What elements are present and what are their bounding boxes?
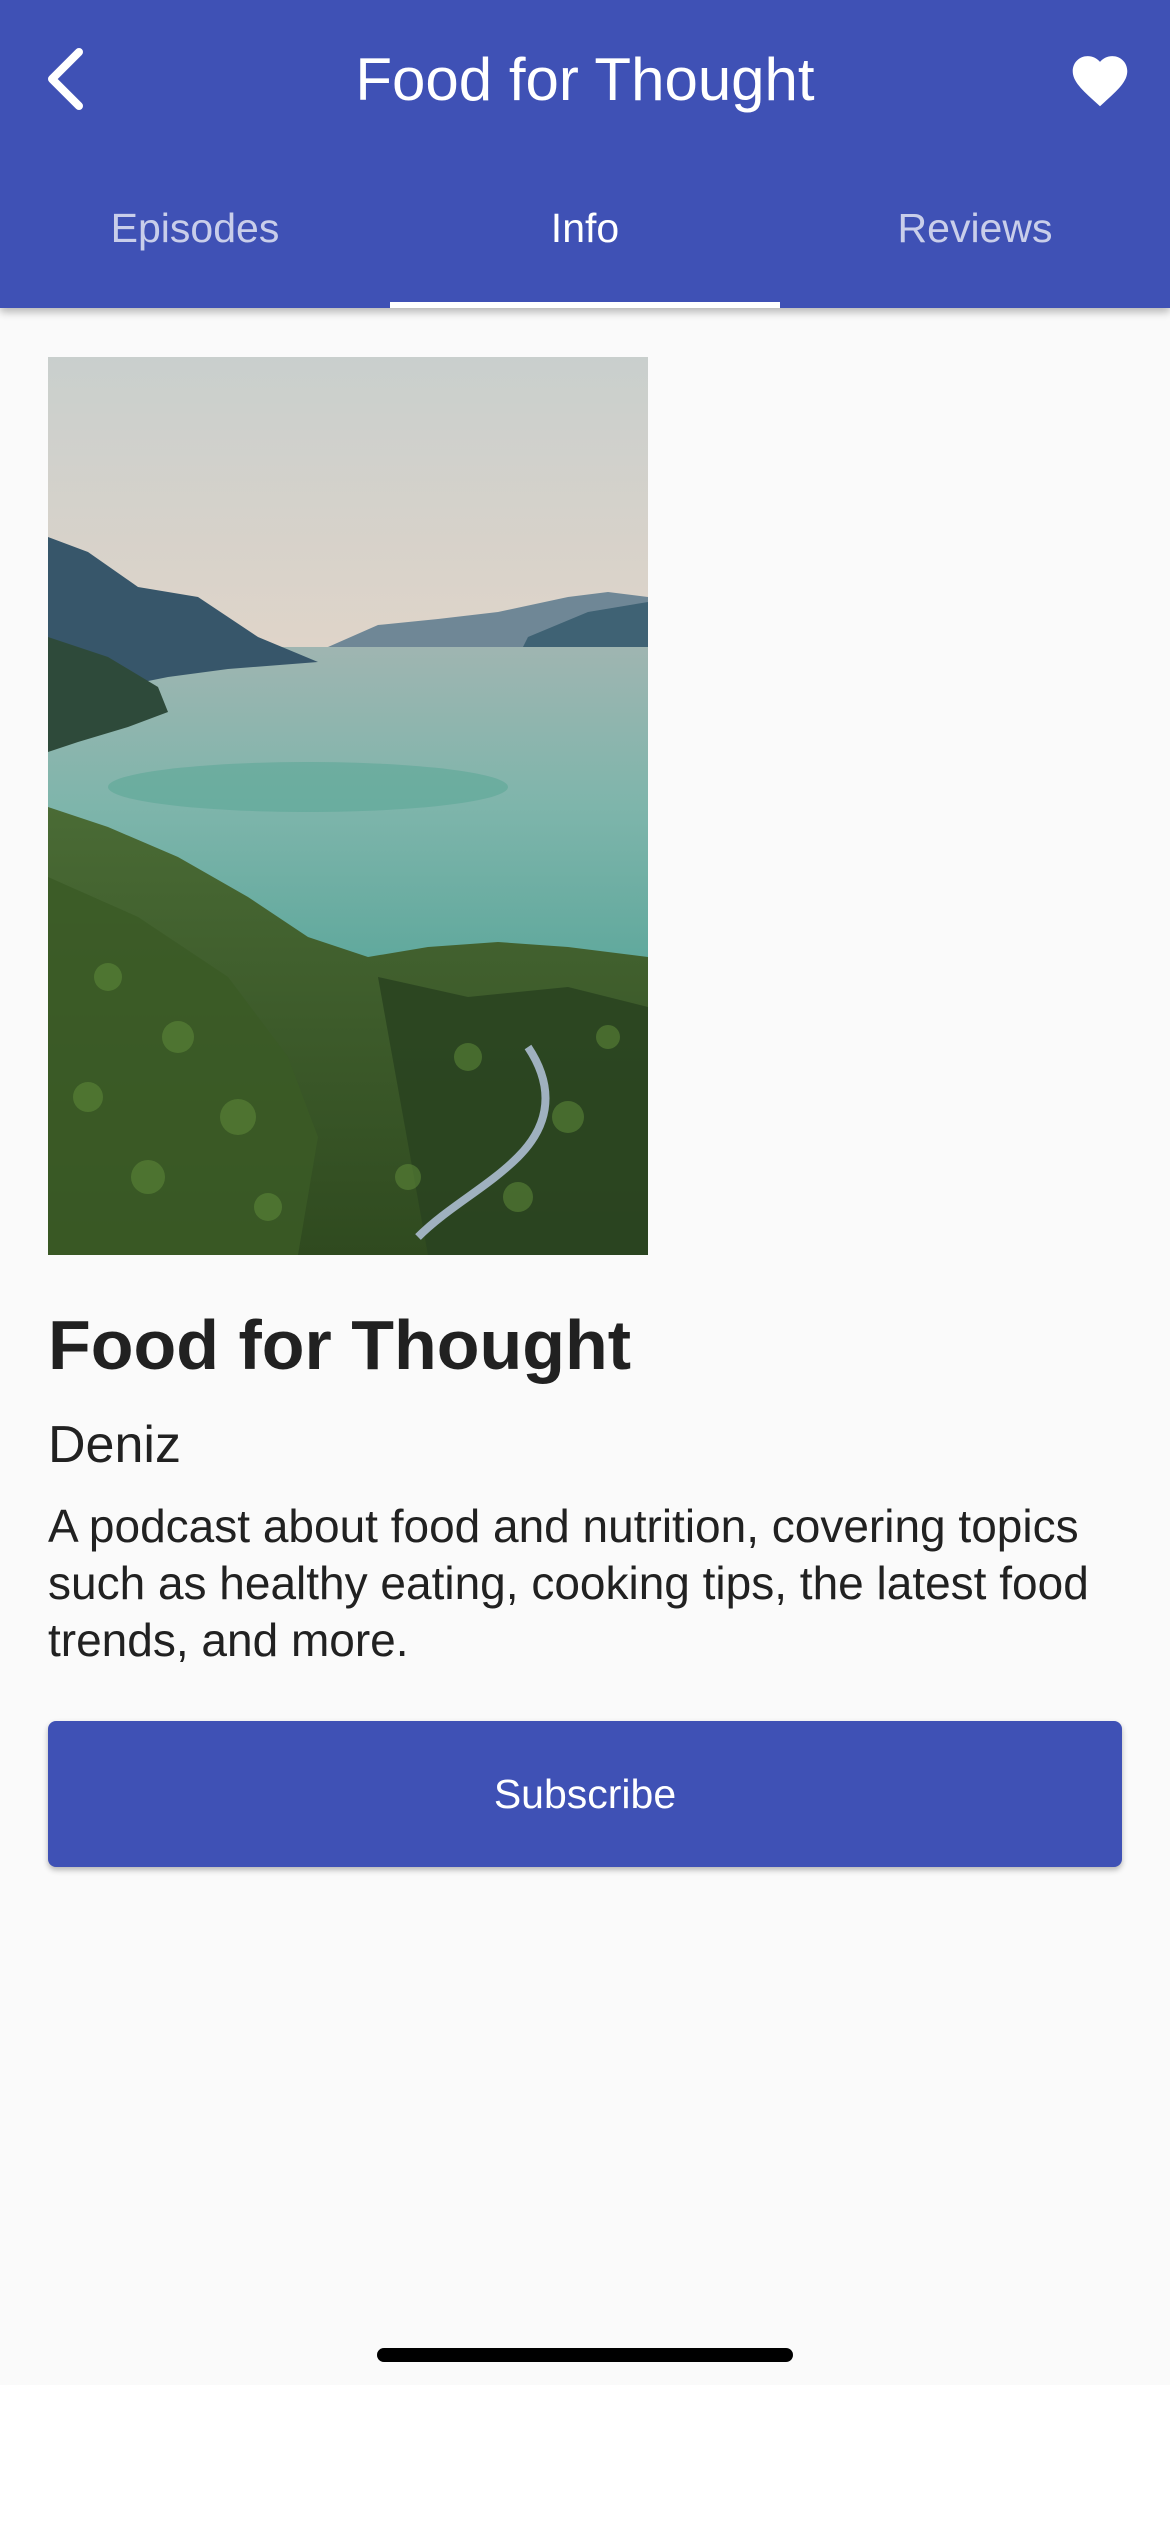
podcast-cover-image	[48, 357, 648, 1255]
back-button[interactable]	[30, 36, 100, 126]
home-indicator[interactable]	[377, 2348, 793, 2362]
heart-icon	[1067, 48, 1133, 113]
tab-episodes[interactable]: Episodes	[0, 160, 390, 308]
tab-label: Episodes	[110, 204, 280, 251]
app-bar: Food for Thought Episodes Info Reviews	[0, 0, 1170, 308]
tab-bar: Episodes Info Reviews	[0, 160, 1170, 308]
tab-reviews[interactable]: Reviews	[780, 160, 1170, 308]
podcast-title: Food for Thought	[48, 1306, 632, 1384]
podcast-description: A podcast about food and nutrition, cove…	[48, 1500, 1089, 1666]
podcast-info-screen: Food for Thought Episodes Info Reviews F…	[0, 0, 1170, 2385]
podcast-author: Deniz	[48, 1416, 181, 1474]
tab-label: Info	[550, 204, 620, 251]
tab-label: Reviews	[897, 204, 1053, 251]
tab-info[interactable]: Info	[390, 160, 780, 308]
favorite-button[interactable]	[1060, 40, 1140, 120]
chevron-left-icon	[43, 46, 87, 117]
active-tab-indicator	[390, 302, 780, 308]
subscribe-label: Subscribe	[493, 1770, 677, 1817]
subscribe-button[interactable]: Subscribe	[48, 1721, 1122, 1867]
page-title: Food for Thought	[355, 46, 815, 113]
